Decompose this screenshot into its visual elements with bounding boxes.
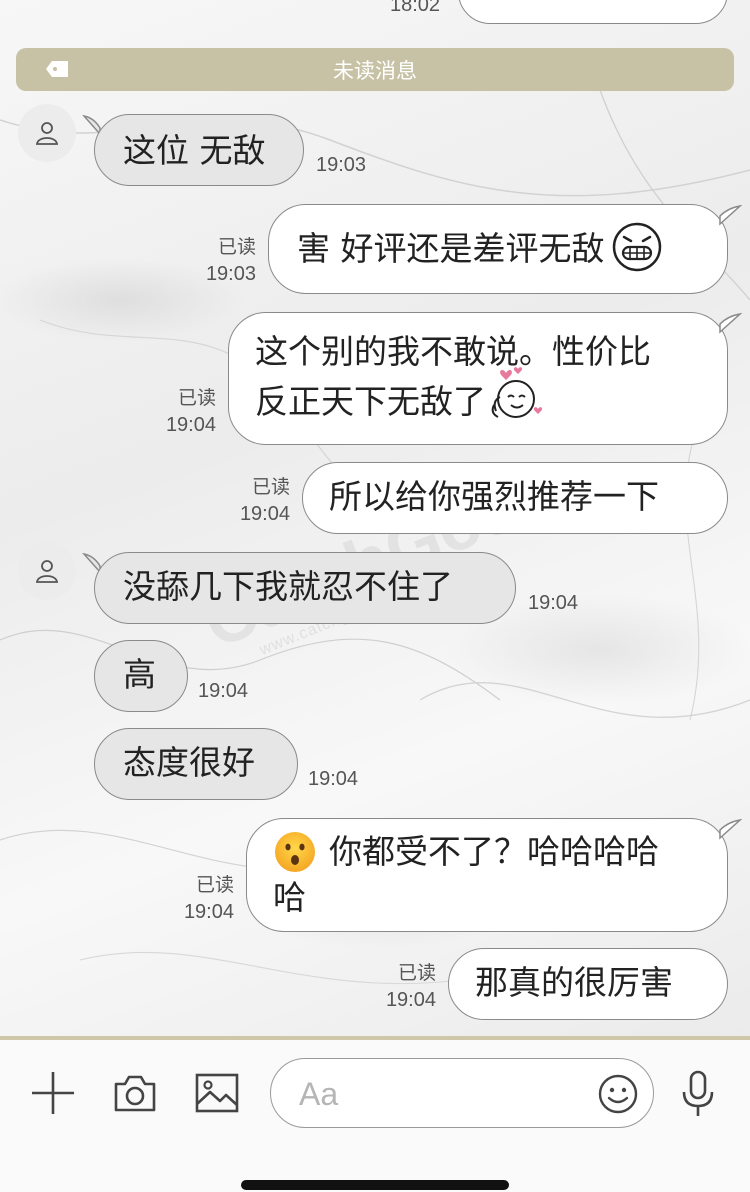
message-bubble[interactable]: 没舔几下我就忍不住了 <box>94 552 516 624</box>
message-text-line1: 你都受不了？哈哈哈哈 <box>329 832 659 871</box>
user-icon <box>35 122 59 145</box>
home-indicator <box>241 1180 509 1190</box>
read-receipt: 已读 19:04 <box>360 960 436 1014</box>
tag-icon <box>46 61 68 77</box>
message-text: 态度很好 <box>123 743 255 782</box>
read-receipt: 已读 19:04 <box>158 872 234 926</box>
bubble-tail <box>719 818 742 840</box>
message-input-box[interactable] <box>270 1058 654 1128</box>
message-bubble[interactable]: 所以给你强烈推荐一下 <box>302 462 728 534</box>
read-status: 已读 <box>177 387 216 409</box>
grimacing-face-emoji <box>612 222 662 271</box>
hushed-face-emoji <box>275 832 315 872</box>
camera-icon[interactable] <box>112 1070 158 1116</box>
message-text-line2: 哈 <box>273 878 306 917</box>
message-time: 18:02 <box>390 0 441 16</box>
message-text-line2: 反正天下无敌了 <box>255 382 486 421</box>
plus-icon[interactable] <box>30 1070 76 1116</box>
message-time: 19:04 <box>165 414 216 436</box>
message-time: 19:04 <box>385 989 436 1011</box>
avatar[interactable] <box>18 104 76 162</box>
message-time: 19:04 <box>528 592 579 614</box>
image-icon[interactable] <box>194 1070 240 1116</box>
message-bubble[interactable]: 高 <box>94 640 188 712</box>
message-time: 19:04 <box>198 680 249 702</box>
bubble-tail <box>719 204 742 226</box>
message-bubble[interactable]: 那真的很厉害 <box>448 948 728 1020</box>
message-time: 19:04 <box>239 503 290 525</box>
message-text: 没舔几下我就忍不住了 <box>123 567 453 606</box>
message-text: 害 好评还是差评无敌 <box>297 229 605 268</box>
message-bubble[interactable]: 态度很好 <box>94 728 298 800</box>
read-status: 已读 <box>397 962 436 984</box>
message-time: 19:04 <box>308 768 359 790</box>
unread-messages-banner: 未读消息 <box>16 48 734 91</box>
message-time: 19:04 <box>183 901 234 923</box>
love-sticker-emoji <box>491 367 543 418</box>
message-time: 19:03 <box>316 154 367 176</box>
read-status: 已读 <box>217 236 256 258</box>
read-receipt: 已读 19:04 <box>140 385 216 439</box>
unread-banner-label: 未读消息 <box>333 58 417 83</box>
partial-message-bubble[interactable] <box>458 0 728 24</box>
message-bubble[interactable]: 害 好评还是差评无敌 <box>268 204 728 294</box>
message-text-line1: 这个别的我不敢说。性价比 <box>255 332 651 371</box>
avatar[interactable] <box>18 542 76 600</box>
user-icon <box>35 560 59 583</box>
read-status: 已读 <box>195 874 234 896</box>
smiley-icon[interactable] <box>597 1073 639 1115</box>
message-input[interactable] <box>297 1071 581 1117</box>
chat-area[interactable]: CatchGod www.catchgod.com 18:02 未读消息 这位 … <box>0 0 750 1036</box>
read-receipt: 已读 19:03 <box>180 234 256 288</box>
read-status: 已读 <box>251 476 290 498</box>
message-text: 高 <box>123 655 156 694</box>
message-text: 那真的很厉害 <box>475 963 673 1002</box>
composer-bar <box>0 1036 750 1192</box>
read-receipt: 已读 19:04 <box>214 474 290 528</box>
message-text: 这位 无敌 <box>123 131 266 170</box>
message-bubble[interactable]: 这个别的我不敢说。性价比 反正天下无敌了 <box>228 312 728 445</box>
message-bubble[interactable]: 这位 无敌 <box>94 114 304 186</box>
microphone-icon[interactable] <box>680 1070 716 1118</box>
message-bubble[interactable]: 你都受不了？哈哈哈哈 哈 <box>246 818 728 932</box>
message-text: 所以给你强烈推荐一下 <box>329 477 659 516</box>
bubble-tail <box>719 312 742 334</box>
message-time: 19:03 <box>205 263 256 285</box>
